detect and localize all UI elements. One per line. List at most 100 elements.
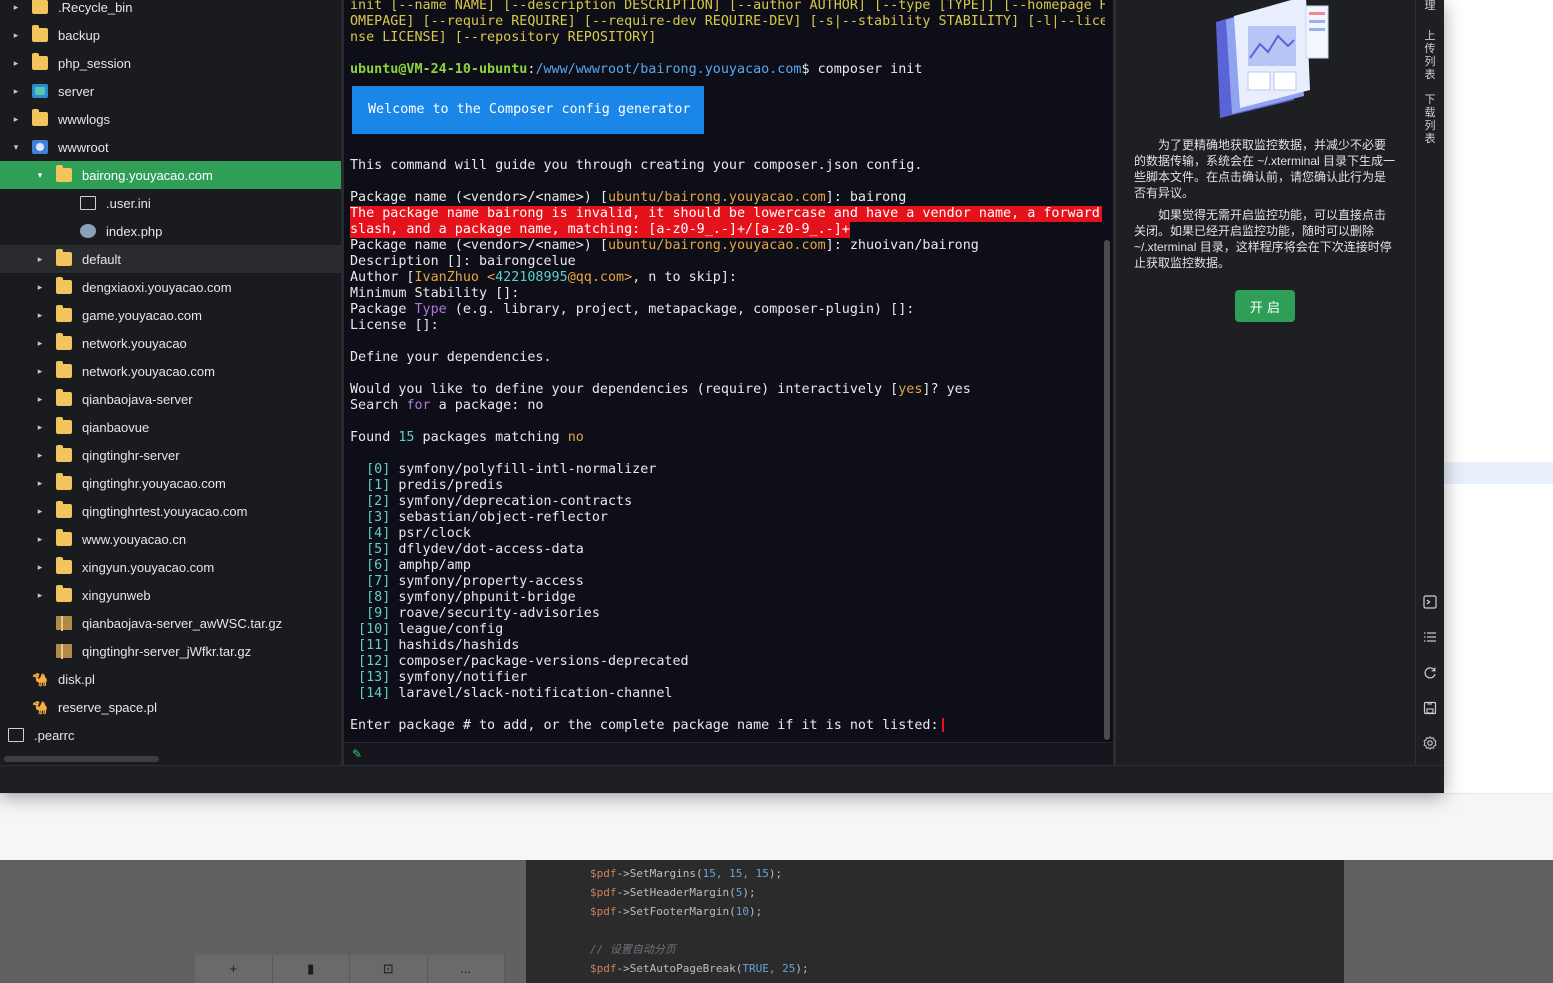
chevron-right-icon[interactable]: ▸ bbox=[34, 310, 46, 321]
background-copy-icon[interactable]: ▮ bbox=[273, 955, 350, 983]
file-icon bbox=[8, 728, 24, 742]
folder-icon bbox=[56, 529, 72, 546]
tree-item-label: network.youyacao bbox=[82, 335, 187, 351]
enable-monitor-button[interactable]: 开 启 bbox=[1235, 290, 1295, 322]
chevron-right-icon[interactable]: ▸ bbox=[34, 450, 46, 461]
tree-item[interactable]: ▸ php_session bbox=[0, 49, 341, 77]
terminal-line: Search for a package: no bbox=[350, 398, 544, 413]
tree-item[interactable]: ▸ www.youyacao.cn bbox=[0, 525, 341, 553]
terminal-line: Author [IvanZhuo <422108995@qq.com>, n t… bbox=[350, 270, 737, 285]
background-more-icon[interactable]: ... bbox=[428, 955, 505, 983]
chevron-down-icon[interactable]: ▾ bbox=[34, 170, 46, 181]
tree-item[interactable]: qingtinghr-server_jWfkr.tar.gz bbox=[0, 637, 341, 665]
file-tree-scrollbar[interactable] bbox=[0, 753, 341, 765]
package-option: [8] symfony/phpunit-bridge bbox=[350, 590, 576, 605]
package-option: [5] dflydev/dot-access-data bbox=[350, 542, 584, 557]
tree-item[interactable]: ▸ server bbox=[0, 77, 341, 105]
refresh-icon[interactable] bbox=[1423, 666, 1437, 680]
chevron-right-icon[interactable]: ▸ bbox=[34, 366, 46, 377]
tree-item[interactable]: ▸ default bbox=[0, 245, 341, 273]
terminal-pane[interactable]: init [--name NAME] [--description DESCRI… bbox=[341, 0, 1116, 765]
folder-icon bbox=[56, 417, 72, 434]
tree-item[interactable]: ▸ dengxiaoxi.youyacao.com bbox=[0, 273, 341, 301]
package-option: [13] symfony/notifier bbox=[350, 670, 528, 685]
background-editor-toolbar: + ▮ ⊡ ... bbox=[195, 955, 505, 983]
terminal-error-line: The package name bairong is invalid, it … bbox=[350, 206, 1105, 222]
terminal-line: Package name (<vendor>/<name>) [ubuntu/b… bbox=[350, 190, 907, 205]
tree-item[interactable]: index.php bbox=[0, 217, 341, 245]
monitor-info-paragraph: 如果觉得无需开启监控功能，可以直接点击关闭。如果已经开启监控功能，随时可以删除 … bbox=[1134, 208, 1392, 270]
chevron-down-icon[interactable]: ▾ bbox=[10, 142, 22, 153]
terminal-scrollbar[interactable] bbox=[1104, 240, 1110, 740]
terminal-line: Define your dependencies. bbox=[350, 350, 552, 365]
chevron-right-icon[interactable]: ▸ bbox=[34, 282, 46, 293]
terminal-input-line[interactable]: Enter package # to add, or the complete … bbox=[350, 718, 1105, 734]
prompt-path: /www/wwwroot/bairong.youyacao.com bbox=[535, 62, 802, 77]
tree-item-label: qingtinghr-server_jWfkr.tar.gz bbox=[82, 643, 252, 659]
tab-upload-list[interactable]: 上传列表 bbox=[1423, 30, 1437, 82]
pen-icon[interactable]: ✎ bbox=[352, 747, 362, 761]
file-icon bbox=[80, 196, 96, 210]
tree-item-label: qingtinghr-server bbox=[82, 447, 180, 463]
terminal-error-line: slash, and a package name, matching: [a-… bbox=[350, 222, 850, 238]
tree-item[interactable]: ▸ wwwlogs bbox=[0, 105, 341, 133]
file-tree-scrollbar-thumb[interactable] bbox=[4, 756, 159, 762]
chevron-right-icon[interactable]: ▸ bbox=[34, 590, 46, 601]
settings-icon[interactable] bbox=[1423, 736, 1437, 750]
chevron-right-icon[interactable]: ▸ bbox=[34, 338, 46, 349]
chevron-right-icon[interactable]: ▸ bbox=[10, 30, 22, 41]
package-option: [12] composer/package-versions-deprecate… bbox=[350, 654, 689, 669]
tree-item-label: reserve_space.pl bbox=[58, 699, 157, 715]
terminal-line: This command will guide you through crea… bbox=[350, 158, 923, 173]
tree-item[interactable]: ▸ network.youyacao.com bbox=[0, 357, 341, 385]
background-add-icon[interactable]: + bbox=[195, 955, 273, 983]
tree-item-label: index.php bbox=[106, 223, 163, 239]
tree-item[interactable]: 🐪 reserve_space.pl bbox=[0, 693, 341, 721]
tree-item[interactable]: qianbaojava-server_awWSC.tar.gz bbox=[0, 609, 341, 637]
tab-manage[interactable]: 理 bbox=[1423, 0, 1437, 13]
tree-item[interactable]: 🐪 disk.pl bbox=[0, 665, 341, 693]
chevron-right-icon[interactable]: ▸ bbox=[34, 562, 46, 573]
tree-item[interactable]: ▸ qianbaojava-server bbox=[0, 385, 341, 413]
chevron-right-icon[interactable]: ▸ bbox=[10, 86, 22, 97]
tab-download-list[interactable]: 下载列表 bbox=[1423, 94, 1437, 146]
package-option: [6] amphp/amp bbox=[350, 558, 471, 573]
chevron-right-icon[interactable]: ▸ bbox=[10, 2, 22, 13]
tree-item[interactable]: ▸ qingtinghrtest.youyacao.com bbox=[0, 497, 341, 525]
tree-item[interactable]: .user.ini bbox=[0, 189, 341, 217]
background-folder-icon[interactable]: ⊡ bbox=[350, 955, 428, 983]
tree-item[interactable]: ▸ qianbaovue bbox=[0, 413, 341, 441]
chevron-right-icon[interactable]: ▸ bbox=[34, 506, 46, 517]
monitor-info-panel: 为了更精确地获取监控数据，并减少不必要的数据传输，系统会在 ~/.xtermin… bbox=[1113, 0, 1415, 765]
terminal-icon[interactable] bbox=[1423, 595, 1437, 609]
terminal-window-footer bbox=[0, 765, 1444, 793]
terminal-window: ▸ .Recycle_bin ▸ backup ▸ php_session ▸ server ▸… bbox=[0, 0, 1444, 793]
save-icon[interactable] bbox=[1423, 701, 1437, 715]
tree-item[interactable]: ▸ xingyun.youyacao.com bbox=[0, 553, 341, 581]
chevron-right-icon[interactable]: ▸ bbox=[34, 534, 46, 545]
monitor-info-paragraph: 为了更精确地获取监控数据，并减少不必要的数据传输，系统会在 ~/.xtermin… bbox=[1134, 138, 1396, 200]
terminal-line: License []: bbox=[350, 318, 439, 333]
tree-item[interactable]: .pearrc bbox=[0, 721, 341, 749]
php-file-icon bbox=[80, 224, 96, 238]
tree-item-label: xingyunweb bbox=[82, 587, 151, 603]
list-icon[interactable] bbox=[1423, 630, 1437, 644]
chevron-right-icon[interactable]: ▸ bbox=[34, 254, 46, 265]
chevron-right-icon[interactable]: ▸ bbox=[34, 478, 46, 489]
tree-item-label: www.youyacao.cn bbox=[82, 531, 187, 547]
tree-item[interactable]: ▸ .Recycle_bin bbox=[0, 0, 341, 21]
background-toolbar-strip bbox=[0, 793, 1553, 860]
tree-item[interactable]: ▸ backup bbox=[0, 21, 341, 49]
chevron-right-icon[interactable]: ▸ bbox=[10, 58, 22, 69]
tree-item[interactable]: ▸ network.youyacao bbox=[0, 329, 341, 357]
terminal-line: Would you like to define your dependenci… bbox=[350, 382, 971, 397]
tree-item[interactable]: ▸ game.youyacao.com bbox=[0, 301, 341, 329]
chevron-right-icon[interactable]: ▸ bbox=[34, 394, 46, 405]
chevron-right-icon[interactable]: ▸ bbox=[10, 114, 22, 125]
chevron-right-icon[interactable]: ▸ bbox=[34, 422, 46, 433]
tree-item[interactable]: ▾ wwwroot bbox=[0, 133, 341, 161]
tree-item[interactable]: ▸ xingyunweb bbox=[0, 581, 341, 609]
tree-item[interactable]: ▸ qingtinghr-server bbox=[0, 441, 341, 469]
tree-item[interactable]: ▸ qingtinghr.youyacao.com bbox=[0, 469, 341, 497]
tree-item[interactable]: ▾ bairong.youyacao.com bbox=[0, 161, 341, 189]
